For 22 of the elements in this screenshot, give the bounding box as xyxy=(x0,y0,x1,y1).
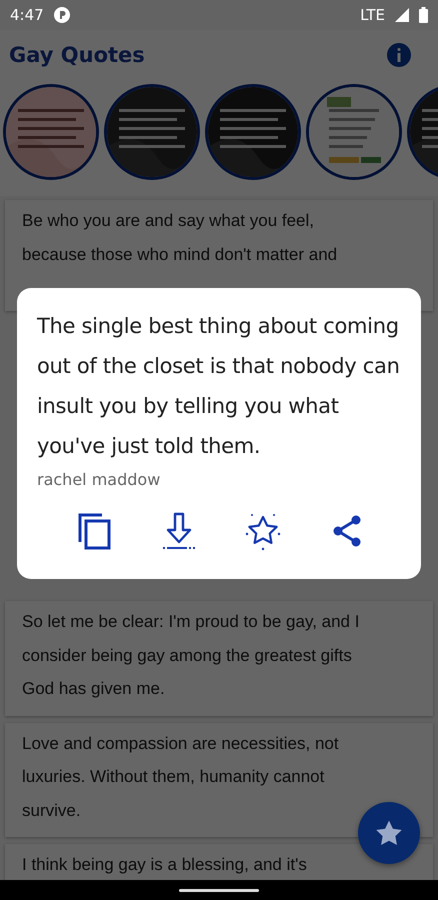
quote-text: Be who you are and say what you feel, because those who mind don't matter and xyxy=(22,210,338,266)
favorite-button[interactable] xyxy=(243,511,283,551)
quote-card[interactable]: So let me be clear: I'm proud to be gay, and I consider being gay among the greatest gifts God has given me. xyxy=(5,601,433,716)
info-button[interactable] xyxy=(387,43,411,67)
signal-icon xyxy=(395,8,409,22)
battery-icon xyxy=(419,7,428,23)
copy-icon xyxy=(77,512,113,550)
network-label: LTE xyxy=(360,6,385,24)
star-icon xyxy=(376,820,402,846)
quote-text: So let me be clear: I'm proud to be gay, and I consider being gay among the greatest gifts God has given me. xyxy=(22,611,360,700)
quote-author: rachel maddow xyxy=(37,470,162,489)
quote-card[interactable]: Love and compassion are necessities, not luxuries. Without them, humanity cannot survive. xyxy=(5,722,433,837)
notification-icon xyxy=(54,7,70,23)
app-title: Gay Quotes xyxy=(9,43,146,67)
quote-text: I think being gay is a blessing, and it's xyxy=(22,854,307,876)
quote-card[interactable]: I think being gay is a blessing, and it's xyxy=(5,844,433,880)
quote-text: Love and compassion are necessities, not luxuries. Without them, humanity cannot survive. xyxy=(22,732,340,822)
home-indicator[interactable] xyxy=(179,888,259,892)
status-time: 4:47 xyxy=(10,6,44,24)
info-icon xyxy=(397,48,401,62)
star-icon xyxy=(243,511,283,551)
dialog-quote: The single best thing about coming out of the closet is that nobody can insult you by telling you what you've just told them. xyxy=(37,313,401,460)
